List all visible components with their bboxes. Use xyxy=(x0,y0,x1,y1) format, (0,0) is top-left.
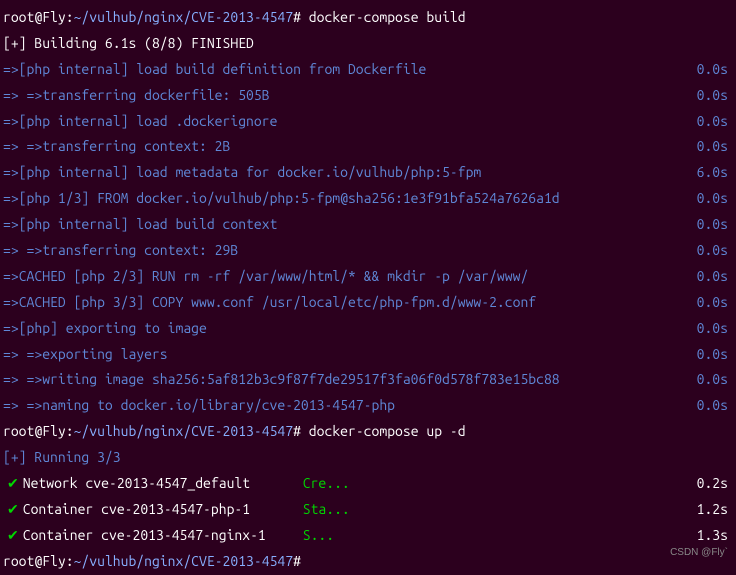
prompt-hash: # xyxy=(293,419,301,445)
arrow-prefix: => => xyxy=(3,367,42,393)
build-step-text: [php internal] load .dockerignore xyxy=(19,109,278,135)
build-step-line: => CACHED [php 3/3] COPY www.conf /usr/l… xyxy=(3,290,733,316)
build-step-time: 0.0s xyxy=(697,212,733,238)
arrow-prefix: => xyxy=(3,109,19,135)
arrow-prefix: => xyxy=(3,264,19,290)
build-step-text: CACHED [php 2/3] RUN rm -rf /var/www/htm… xyxy=(19,264,529,290)
build-step-time: 0.0s xyxy=(697,393,733,419)
build-step-text: transferring context: 29B xyxy=(42,238,238,264)
build-step-time: 0.0s xyxy=(697,57,733,83)
check-icon: ✔ xyxy=(7,497,19,523)
run-steps: ✔Network cve-2013-4547_defaultCre... 0.2s… xyxy=(3,471,733,549)
build-step-time: 0.0s xyxy=(697,134,733,160)
build-step-line: => => writing image sha256:5af812b3c9f87… xyxy=(3,367,733,393)
arrow-prefix: => xyxy=(3,290,19,316)
build-step-text: [php internal] load build context xyxy=(19,212,278,238)
build-step-line: => [php internal] load metadata for dock… xyxy=(3,160,733,186)
arrow-prefix: => xyxy=(3,316,19,342)
run-step-status: Sta... xyxy=(303,497,363,523)
command-text[interactable]: docker-compose up -d xyxy=(309,419,466,445)
build-step-text: [php] exporting to image xyxy=(19,316,207,342)
tilde: ~ xyxy=(74,5,82,31)
prompt-line-1: root@Fly:~/vulhub/nginx/CVE-2013-4547# d… xyxy=(3,5,733,31)
build-step-time: 0.0s xyxy=(697,238,733,264)
build-step-text: [php 1/3] FROM docker.io/vulhub/php:5-fp… xyxy=(19,186,560,212)
prompt-line-2: root@Fly:~/vulhub/nginx/CVE-2013-4547# d… xyxy=(3,419,733,445)
build-steps: => [php internal] load build definition … xyxy=(3,57,733,419)
path: /vulhub/nginx/CVE-2013-4547 xyxy=(81,5,293,31)
build-step-line: => => transferring dockerfile: 505B 0.0s xyxy=(3,83,733,109)
run-step-line: ✔Network cve-2013-4547_defaultCre... 0.2s xyxy=(3,471,733,497)
build-step-time: 0.0s xyxy=(697,83,733,109)
arrow-prefix: => => xyxy=(3,83,42,109)
arrow-prefix: => => xyxy=(3,393,42,419)
run-step-name: Network cve-2013-4547_default xyxy=(23,471,303,497)
build-step-text: CACHED [php 3/3] COPY www.conf /usr/loca… xyxy=(19,290,536,316)
build-step-text: transferring context: 2B xyxy=(42,134,230,160)
path: /vulhub/nginx/CVE-2013-4547 xyxy=(81,419,293,445)
run-step-name: Container cve-2013-4547-php-1 xyxy=(23,497,303,523)
arrow-prefix: => xyxy=(3,160,19,186)
command-text[interactable]: docker-compose build xyxy=(309,5,466,31)
run-step-status: S... xyxy=(303,523,363,549)
run-step-line: ✔Container cve-2013-4547-nginx-1S...1.3s xyxy=(3,523,733,549)
watermark: CSDN @Fly` xyxy=(670,544,728,563)
arrow-prefix: => => xyxy=(3,134,42,160)
build-step-time: 0.0s xyxy=(697,264,733,290)
prompt-hash: # xyxy=(293,5,301,31)
build-step-time: 6.0s xyxy=(697,160,733,186)
running-text: [+] Running 3/3 xyxy=(3,445,121,471)
build-step-line: => => transferring context: 2B 0.0s xyxy=(3,134,733,160)
build-step-time: 0.0s xyxy=(697,342,733,368)
build-step-line: => => transferring context: 29B 0.0s xyxy=(3,238,733,264)
arrow-prefix: => xyxy=(3,186,19,212)
prompt-line-3: root@Fly:~/vulhub/nginx/CVE-2013-4547# xyxy=(3,549,733,575)
arrow-prefix: => => xyxy=(3,342,42,368)
build-step-time: 0.0s xyxy=(697,367,733,393)
build-step-text: writing image sha256:5af812b3c9f87f7de29… xyxy=(42,367,559,393)
user-host: root@Fly xyxy=(3,419,66,445)
building-status: [+] Building 6.1s (8/8) FINISHED xyxy=(3,31,733,57)
run-step-time: 0.2s xyxy=(697,471,733,497)
arrow-prefix: => => xyxy=(3,238,42,264)
build-step-line: => [php 1/3] FROM docker.io/vulhub/php:5… xyxy=(3,186,733,212)
build-step-time: 0.0s xyxy=(697,109,733,135)
run-step-status: Cre... xyxy=(303,471,363,497)
run-step-name: Container cve-2013-4547-nginx-1 xyxy=(23,523,303,549)
build-step-text: exporting layers xyxy=(42,342,167,368)
build-step-line: => [php internal] load build definition … xyxy=(3,57,733,83)
build-step-text: transferring dockerfile: 505B xyxy=(42,83,269,109)
run-step-time: 1.2s xyxy=(697,497,733,523)
run-step-line: ✔Container cve-2013-4547-php-1Sta... 1.2s xyxy=(3,497,733,523)
user-host: root@Fly xyxy=(3,549,66,575)
tilde: ~ xyxy=(74,549,82,575)
build-step-line: => [php internal] load .dockerignore 0.0s xyxy=(3,109,733,135)
build-step-line: => => naming to docker.io/library/cve-20… xyxy=(3,393,733,419)
arrow-prefix: => xyxy=(3,57,19,83)
build-step-time: 0.0s xyxy=(697,290,733,316)
build-step-text: [php internal] load metadata for docker.… xyxy=(19,160,482,186)
build-step-text: [php internal] load build definition fro… xyxy=(19,57,427,83)
user-host: root@Fly xyxy=(3,5,66,31)
path: /vulhub/nginx/CVE-2013-4547 xyxy=(81,549,293,575)
check-icon: ✔ xyxy=(7,523,19,549)
build-step-line: => CACHED [php 2/3] RUN rm -rf /var/www/… xyxy=(3,264,733,290)
build-step-line: => [php internal] load build context 0.0s xyxy=(3,212,733,238)
build-step-time: 0.0s xyxy=(697,316,733,342)
prompt-hash: # xyxy=(293,549,301,575)
running-status: [+] Running 3/3 xyxy=(3,445,733,471)
build-step-line: => => exporting layers 0.0s xyxy=(3,342,733,368)
building-text: [+] Building 6.1s (8/8) FINISHED xyxy=(3,31,254,57)
build-step-text: naming to docker.io/library/cve-2013-454… xyxy=(42,393,395,419)
build-step-time: 0.0s xyxy=(697,186,733,212)
check-icon: ✔ xyxy=(7,471,19,497)
tilde: ~ xyxy=(74,419,82,445)
arrow-prefix: => xyxy=(3,212,19,238)
build-step-line: => [php] exporting to image 0.0s xyxy=(3,316,733,342)
